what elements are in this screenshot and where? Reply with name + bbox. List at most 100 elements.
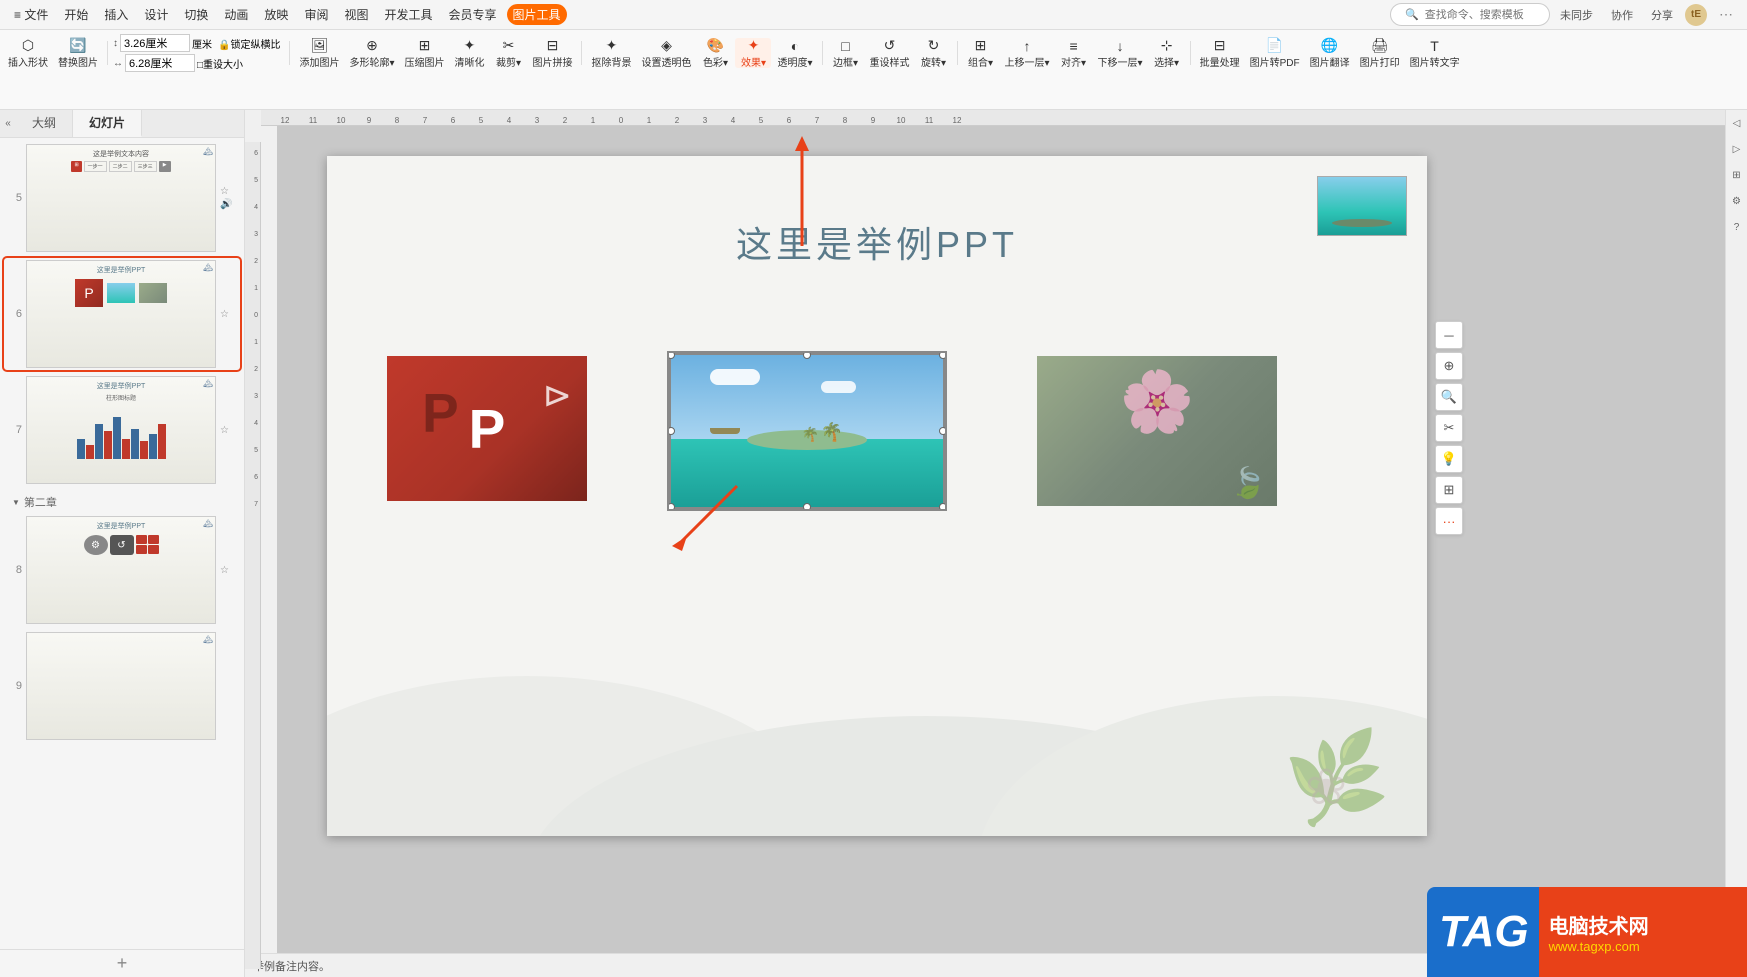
float-toolbar: － ⊕ 🔍 ✂ 💡 ⊞ ··· bbox=[1435, 321, 1463, 535]
menu-animation[interactable]: 动画 bbox=[218, 4, 254, 25]
slide-thumb-5[interactable]: 这是举例文本内容 ⊞ 一步一 二步二 三步三 ▶ 🏔 bbox=[26, 144, 216, 252]
collab-btn[interactable]: 协作 bbox=[1605, 5, 1639, 25]
image-powerpoint[interactable]: P P ⊳ bbox=[387, 356, 587, 501]
user-area: 未同步 协作 分享 tE ⋯ bbox=[1554, 4, 1739, 26]
resize-btn[interactable]: □重设大小 bbox=[197, 56, 243, 71]
img-to-text-btn[interactable]: T 图片转文字 bbox=[1406, 38, 1464, 68]
slide-thumb-6[interactable]: 这里是举例PPT P 🏔 bbox=[26, 260, 216, 368]
move-up-btn[interactable]: ↑ 上移一层▾ bbox=[1001, 38, 1054, 68]
slide-thumbnail-tr bbox=[1317, 176, 1407, 236]
float-grid-btn[interactable]: ⊞ bbox=[1435, 476, 1463, 504]
slide-item-5[interactable]: 5 这是举例文本内容 ⊞ 一步一 二步二 三步三 ▶ 🏔 bbox=[4, 142, 240, 254]
menu-slideshow[interactable]: 放映 bbox=[258, 4, 294, 25]
align-btn[interactable]: ≡ 对齐▾ bbox=[1056, 38, 1092, 68]
slide-item-6[interactable]: 6 这里是举例PPT P 🏔 ☆ bbox=[4, 258, 240, 370]
right-sidebar-btn-2[interactable]: ▷ bbox=[1728, 140, 1746, 158]
main-layout: « 大纲 幻灯片 5 这是举例文本内容 ⊞ 一步一 二步二 三步三 ▶ bbox=[0, 110, 1747, 977]
rotate-btn[interactable]: ↻ 旋转▾ bbox=[916, 38, 952, 68]
sep3 bbox=[581, 41, 582, 65]
img-print-btn[interactable]: 🖨 图片打印 bbox=[1356, 38, 1404, 68]
height-input[interactable] bbox=[120, 34, 190, 52]
cloud1 bbox=[710, 369, 760, 385]
slide-item-7[interactable]: 7 这里是举例PPT 柱形图标题 bbox=[4, 374, 240, 486]
float-crop-btn[interactable]: ✂ bbox=[1435, 414, 1463, 442]
sep4 bbox=[822, 41, 823, 65]
sep5 bbox=[957, 41, 958, 65]
width-input[interactable] bbox=[125, 54, 195, 72]
slide-item-9[interactable]: 9 🏔 bbox=[4, 630, 240, 742]
lock-ratio-btn[interactable]: 🔒锁定纵横比 bbox=[214, 36, 284, 51]
slide-number-5: 5 bbox=[6, 192, 22, 204]
img-translate-btn[interactable]: 🌐 图片翻译 bbox=[1306, 38, 1354, 68]
note-content: 举例备注内容。 bbox=[253, 958, 330, 974]
right-sidebar-btn-4[interactable]: ⚙ bbox=[1728, 192, 1746, 210]
slide-5-icons: ☆ 🔊 bbox=[220, 186, 232, 210]
slide-title: 这里是举例PPT bbox=[327, 216, 1427, 268]
float-minus-btn[interactable]: － bbox=[1435, 321, 1463, 349]
image-ink-painting[interactable]: 🌸 🍃 bbox=[1037, 356, 1277, 506]
slide-canvas[interactable]: 这里是举例PPT P P ⊳ bbox=[327, 156, 1427, 836]
right-sidebar-btn-5[interactable]: ? bbox=[1728, 218, 1746, 236]
compress-btn[interactable]: ⊞ 压缩图片 bbox=[400, 38, 448, 68]
transparency-btn[interactable]: ◐ 透明度▾ bbox=[773, 38, 816, 68]
tab-slides[interactable]: 幻灯片 bbox=[73, 110, 142, 137]
panel-collapse-btn[interactable]: « bbox=[0, 110, 16, 137]
left-panel: « 大纲 幻灯片 5 这是举例文本内容 ⊞ 一步一 二步二 三步三 ▶ bbox=[0, 110, 245, 977]
right-sidebar-btn-1[interactable]: ◁ bbox=[1728, 114, 1746, 132]
effect-btn[interactable]: ✦ 效果▾ bbox=[735, 38, 771, 68]
menu-file[interactable]: ≡ 文件 bbox=[8, 4, 54, 25]
color-btn[interactable]: 🎨 色彩▾ bbox=[697, 38, 733, 68]
menu-review[interactable]: 审阅 bbox=[298, 4, 334, 25]
slide-6-icons: ☆ bbox=[220, 309, 229, 320]
float-more-btn[interactable]: ··· bbox=[1435, 507, 1463, 535]
group-btn[interactable]: ⊞ 组合▾ bbox=[963, 38, 999, 68]
border-btn[interactable]: □ 边框▾ bbox=[828, 38, 864, 68]
share-btn[interactable]: 分享 bbox=[1645, 5, 1679, 25]
menu-design[interactable]: 设计 bbox=[138, 4, 174, 25]
crop-btn[interactable]: ✂ 裁剪▾ bbox=[490, 38, 526, 68]
ruler-horizontal: 12 11 10 9 8 7 6 5 4 3 2 1 0 1 2 3 4 5 6… bbox=[261, 110, 1725, 126]
search-input[interactable] bbox=[1425, 9, 1545, 21]
menu-picture-tool[interactable]: 图片工具 bbox=[507, 4, 567, 25]
move-down-btn[interactable]: ↓ 下移一层▾ bbox=[1094, 38, 1147, 68]
remove-bg-btn[interactable]: ✦ 抠除背景 bbox=[587, 38, 635, 68]
menu-developer[interactable]: 开发工具 bbox=[378, 4, 438, 25]
set-transparent-btn[interactable]: ◈ 设置透明色 bbox=[637, 38, 695, 68]
replace-image-btn[interactable]: 🔄 替换图片 bbox=[54, 38, 102, 68]
slide-item-8[interactable]: 8 这里是举例PPT ⚙ ↺ bbox=[4, 514, 240, 626]
reset-style-btn[interactable]: ↺ 重设样式 bbox=[866, 38, 914, 68]
menu-member[interactable]: 会员专享 bbox=[442, 4, 502, 25]
sync-label[interactable]: 未同步 bbox=[1554, 5, 1599, 25]
ink-painting-inner: 🌸 🍃 bbox=[1037, 356, 1277, 506]
menu-insert[interactable]: 插入 bbox=[98, 4, 134, 25]
add-image-btn[interactable]: 🖼 添加图片 bbox=[295, 38, 343, 68]
img-to-pdf-btn[interactable]: 📄 图片转PDF bbox=[1246, 38, 1304, 68]
float-zoom-btn[interactable]: 🔍 bbox=[1435, 383, 1463, 411]
multi-outline-btn[interactable]: ⊕ 多形轮廓▾ bbox=[345, 38, 398, 68]
stitch-btn[interactable]: ⊟ 图片拼接 bbox=[528, 38, 576, 68]
search-box[interactable]: 🔍 bbox=[1390, 3, 1550, 26]
sharpen-btn[interactable]: ✦ 清晰化 bbox=[450, 38, 488, 68]
select-btn[interactable]: ⊹ 选择▾ bbox=[1149, 38, 1185, 68]
menu-transition[interactable]: 切换 bbox=[178, 4, 214, 25]
slide-thumb-9[interactable]: 🏔 bbox=[26, 632, 216, 740]
menu-start[interactable]: 开始 bbox=[58, 4, 94, 25]
slide-thumb-8[interactable]: 这里是举例PPT ⚙ ↺ bbox=[26, 516, 216, 624]
add-slide-btn[interactable]: + bbox=[0, 949, 244, 977]
insert-shape-btn[interactable]: ⬡ 插入形状 bbox=[4, 38, 52, 68]
right-sidebar-btn-3[interactable]: ⊞ bbox=[1728, 166, 1746, 184]
slide-number-7: 7 bbox=[6, 424, 22, 436]
slide-number-8: 8 bbox=[6, 564, 22, 576]
more-icon[interactable]: ⋯ bbox=[1713, 4, 1739, 25]
right-sidebar: ◁ ▷ ⊞ ⚙ ? bbox=[1725, 110, 1747, 977]
flower-decoration: ❀ bbox=[1305, 758, 1347, 816]
slide-list: 5 这是举例文本内容 ⊞ 一步一 二步二 三步三 ▶ 🏔 bbox=[0, 138, 244, 949]
float-light-btn[interactable]: 💡 bbox=[1435, 445, 1463, 473]
float-layer-btn[interactable]: ⊕ bbox=[1435, 352, 1463, 380]
content-area: 12 11 10 9 8 7 6 5 4 3 2 1 0 1 2 3 4 5 6… bbox=[245, 110, 1725, 977]
slide-thumb-7[interactable]: 这里是举例PPT 柱形图标题 bbox=[26, 376, 216, 484]
tag-logo-text: TAG bbox=[1427, 907, 1541, 957]
batch-process-btn[interactable]: ⊟ 批量处理 bbox=[1196, 38, 1244, 68]
tab-outline[interactable]: 大纲 bbox=[16, 110, 73, 137]
menu-view[interactable]: 视图 bbox=[338, 4, 374, 25]
